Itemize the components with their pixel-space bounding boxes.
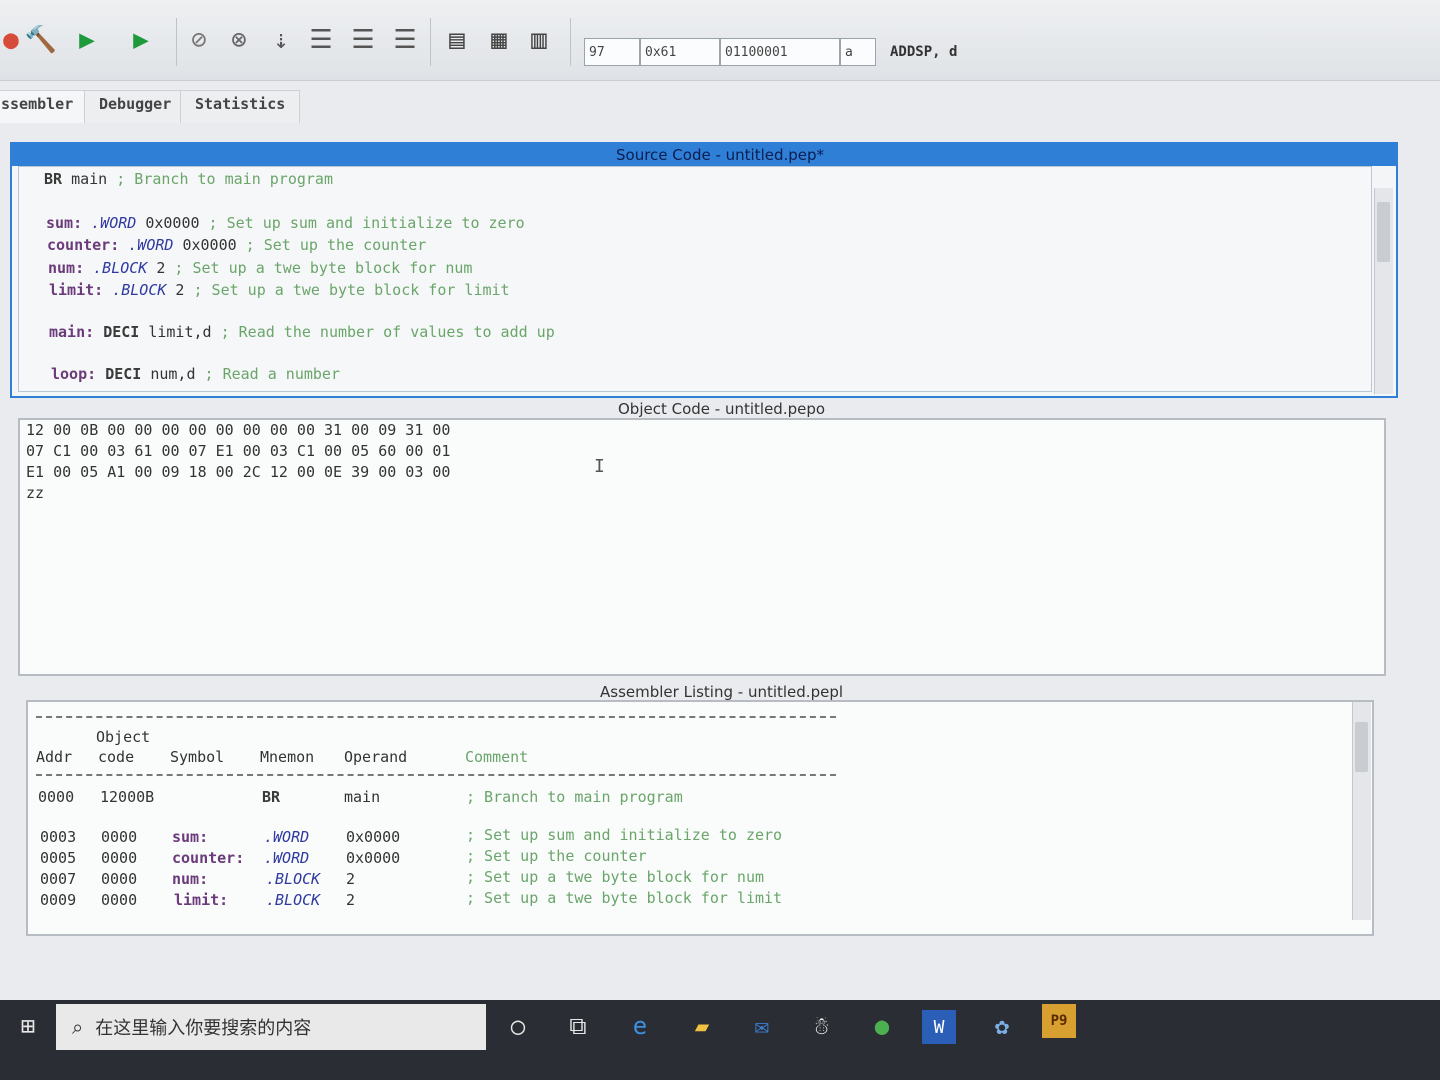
listing-mnemon: .WORD xyxy=(264,849,310,867)
listing-scrollbar[interactable] xyxy=(1352,702,1371,920)
listing-header-addr: Addr xyxy=(36,748,73,766)
listing-divider xyxy=(36,774,836,776)
taskbar-search[interactable]: ⌕ 在这里输入你要搜索的内容 xyxy=(56,1004,486,1050)
tab-debugger[interactable]: Debugger xyxy=(84,90,187,123)
source-line: limit: .BLOCK 2 ; Set up a twe byte bloc… xyxy=(49,281,510,299)
listing-code: 0000 xyxy=(101,891,138,909)
listing-divider xyxy=(36,716,836,718)
register-binary: 01100001 xyxy=(720,38,840,66)
listing-header-top: Object xyxy=(96,728,151,746)
listing-comment: ; Branch to main program xyxy=(466,788,683,806)
instruction-display: ADDSP, d xyxy=(890,44,958,60)
listing-title: Assembler Listing - untitled.pepl xyxy=(600,683,844,701)
listing-mnemon: .BLOCK xyxy=(266,870,321,888)
file-explorer-icon[interactable]: ▰ xyxy=(682,1006,722,1046)
tab-statistics[interactable]: Statistics xyxy=(180,90,301,123)
register-decimal: 97 xyxy=(584,38,640,66)
register-char: a xyxy=(840,38,876,66)
toolbar-separator xyxy=(430,18,431,66)
build-icon[interactable]: 🔨 xyxy=(24,20,58,60)
edge-icon[interactable]: e xyxy=(620,1006,660,1046)
qq-icon[interactable]: ☃ xyxy=(802,1006,842,1046)
listing-code: 0000 xyxy=(101,828,138,846)
listing-mnemon: .BLOCK xyxy=(266,891,321,909)
listing-code: 0000 xyxy=(101,849,138,867)
source-line: loop: DECI num,d ; Read a number xyxy=(51,365,340,383)
listing-scroll-thumb[interactable] xyxy=(1355,722,1368,772)
listing-comment: ; Set up sum and initialize to zero xyxy=(466,826,783,844)
listing-symbol: sum: xyxy=(172,828,209,846)
source-line: num: .BLOCK 2 ; Set up a twe byte block … xyxy=(48,259,473,277)
object-line: E1 00 05 A1 00 09 18 00 2C 12 00 0E 39 0… xyxy=(26,463,451,481)
listing-header-symbol: Symbol xyxy=(170,748,225,766)
listing-code: 0000 xyxy=(101,870,138,888)
tab-assembler[interactable]: ssembler xyxy=(0,90,89,123)
toolbar: ● 🔨 ▶ ▶ ⊘ ⊗ ⇣ ☰ ☰ ☰ ▤ ▦ ▥ 97 0x61 011000… xyxy=(0,0,1440,81)
listing-operand: 0x0000 xyxy=(346,849,401,867)
run-icon[interactable]: ▶ xyxy=(70,20,104,60)
task-view-icon[interactable]: ⧉ xyxy=(558,1006,598,1046)
listing-symbol: counter: xyxy=(172,849,245,867)
listing-header-mnemon: Mnemon xyxy=(260,748,315,766)
source-title: Source Code - untitled.pep* xyxy=(616,146,825,164)
object-line: 12 00 0B 00 00 00 00 00 00 00 00 31 00 0… xyxy=(26,421,451,439)
source-line: main: DECI limit,d ; Read the number of … xyxy=(49,323,555,341)
listing-operand: main xyxy=(344,788,381,806)
object-title: Object Code - untitled.pepo xyxy=(618,400,826,418)
stop-icon[interactable]: ⊘ xyxy=(182,20,216,60)
source-line: counter: .WORD 0x0000 ; Set up the count… xyxy=(47,236,427,254)
tab-bar: ssembler Debugger Statistics xyxy=(0,82,1440,123)
listing-comment: ; Set up a twe byte block for limit xyxy=(466,889,783,907)
listing-operand: 2 xyxy=(346,870,356,888)
search-icon: ⌕ xyxy=(72,1015,84,1039)
object-line: 07 C1 00 03 61 00 07 E1 00 03 C1 00 05 6… xyxy=(26,442,451,460)
step-over-icon[interactable]: ☰ xyxy=(304,20,338,60)
source-line: BR main ; Branch to main program xyxy=(44,170,333,188)
debug-icon[interactable]: ▶ xyxy=(124,20,158,60)
source-scroll-thumb[interactable] xyxy=(1377,202,1390,262)
listing-header-operand: Operand xyxy=(344,748,408,766)
layout-icon-1[interactable]: ▤ xyxy=(440,20,474,60)
object-line: zz xyxy=(26,484,45,502)
listing-operand: 2 xyxy=(346,891,356,909)
step-return-icon[interactable]: ☰ xyxy=(346,20,380,60)
toolbar-separator xyxy=(176,18,177,66)
listing-header-comment: Comment xyxy=(465,748,529,766)
cortana-icon[interactable]: ○ xyxy=(498,1006,538,1046)
listing-addr: 0003 xyxy=(40,828,77,846)
pep9-icon[interactable]: P9 xyxy=(1042,1004,1076,1038)
listing-comment: ; Set up the counter xyxy=(466,847,647,865)
listing-addr: 0009 xyxy=(40,891,77,909)
wechat-icon[interactable]: ● xyxy=(862,1006,902,1046)
listing-addr: 0000 xyxy=(38,788,75,806)
listing-mnemon: BR xyxy=(262,788,281,806)
layout-icon-2[interactable]: ▦ xyxy=(482,20,516,60)
mail-icon[interactable]: ✉ xyxy=(742,1006,782,1046)
register-hex: 0x61 xyxy=(640,38,720,66)
listing-addr: 0005 xyxy=(40,849,77,867)
network-app-icon[interactable]: ✿ xyxy=(982,1006,1022,1046)
toolbar-separator xyxy=(570,18,571,66)
listing-header-code: code xyxy=(98,748,135,766)
text-cursor-icon: I xyxy=(594,456,605,477)
listing-operand: 0x0000 xyxy=(346,828,401,846)
listing-addr: 0007 xyxy=(40,870,77,888)
listing-comment: ; Set up a twe byte block for num xyxy=(466,868,765,886)
windows-start-icon[interactable]: ⊞ xyxy=(8,1006,48,1046)
listing-symbol: num: xyxy=(172,870,209,888)
cancel-icon[interactable]: ⊗ xyxy=(222,20,256,60)
search-placeholder: 在这里输入你要搜索的内容 xyxy=(95,1018,312,1039)
step-into-icon[interactable]: ⇣ xyxy=(264,20,298,60)
word-icon[interactable]: W xyxy=(922,1010,956,1044)
listing-symbol: limit: xyxy=(174,891,229,909)
listing-mnemon: .WORD xyxy=(264,828,310,846)
listing-code: 12000B xyxy=(100,788,155,806)
layout-icon-3[interactable]: ▥ xyxy=(522,20,556,60)
source-scrollbar[interactable] xyxy=(1374,188,1393,394)
source-line: sum: .WORD 0x0000 ; Set up sum and initi… xyxy=(46,214,525,232)
step-out-icon[interactable]: ☰ xyxy=(388,20,422,60)
